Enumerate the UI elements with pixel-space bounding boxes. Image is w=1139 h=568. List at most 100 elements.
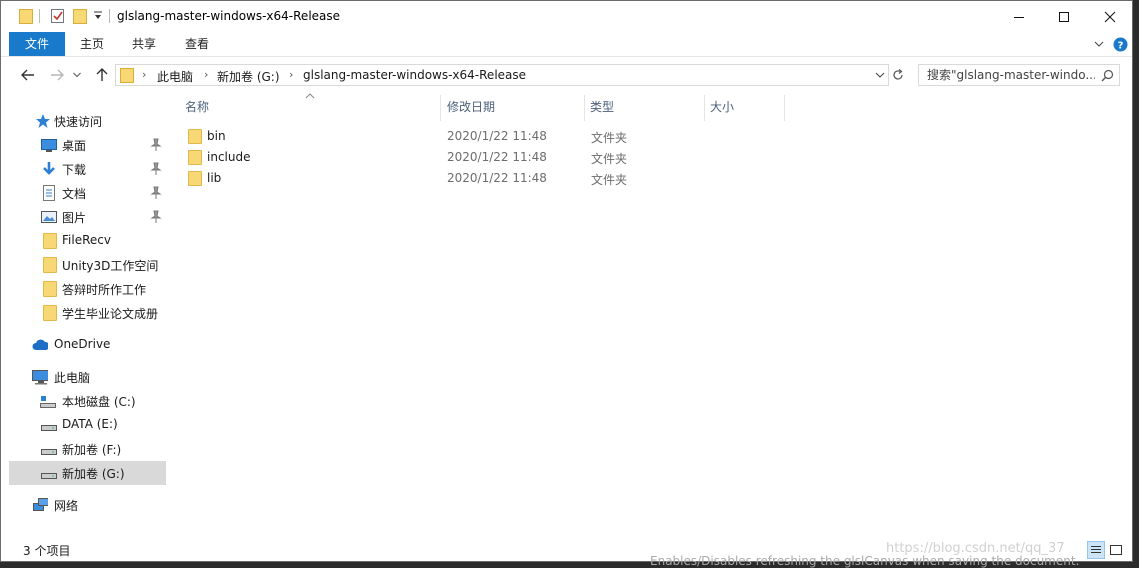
pin-icon[interactable] bbox=[150, 162, 162, 176]
folder-icon bbox=[19, 9, 33, 24]
column-divider[interactable] bbox=[440, 95, 441, 121]
file-row[interactable]: include 2020/1/22 11:48 文件夹 bbox=[182, 147, 1126, 168]
refresh-icon[interactable] bbox=[892, 69, 904, 81]
maximize-icon bbox=[1059, 11, 1069, 22]
search-input[interactable] bbox=[927, 67, 1095, 83]
expand-ribbon-icon[interactable] bbox=[1094, 41, 1104, 49]
nav-label: 网络 bbox=[54, 499, 79, 513]
folder-icon bbox=[43, 257, 57, 273]
file-name: bin bbox=[207, 129, 226, 143]
pin-icon[interactable] bbox=[150, 186, 162, 200]
breadcrumb-separator-icon[interactable]: › bbox=[204, 68, 208, 81]
file-date: 2020/1/22 11:48 bbox=[447, 129, 547, 143]
arrow-right-icon bbox=[51, 69, 64, 81]
system-drive-icon bbox=[40, 396, 56, 408]
tab-file[interactable]: 文件 bbox=[9, 32, 65, 56]
watermark: https://blog.csdn.net/qq_37 bbox=[886, 541, 1065, 556]
tab-view[interactable]: 查看 bbox=[174, 32, 220, 56]
nav-folder-thesis[interactable]: 学生毕业论文成册 bbox=[9, 301, 166, 325]
back-button[interactable] bbox=[18, 65, 38, 85]
column-divider[interactable] bbox=[704, 95, 705, 121]
properties-icon[interactable] bbox=[50, 8, 66, 24]
drive-icon bbox=[41, 473, 57, 479]
nav-drive-c[interactable]: 本地磁盘 (C:) bbox=[9, 389, 166, 413]
breadcrumb-separator-icon[interactable]: › bbox=[142, 68, 146, 81]
arrow-up-icon bbox=[96, 68, 108, 81]
search-box[interactable] bbox=[918, 64, 1120, 86]
address-history-icon[interactable] bbox=[875, 72, 885, 79]
up-button[interactable] bbox=[92, 65, 112, 85]
nav-label: 文档 bbox=[62, 187, 87, 201]
nav-label: 学生毕业论文成册 bbox=[62, 307, 159, 321]
help-icon[interactable]: ? bbox=[1113, 37, 1128, 52]
column-header-size[interactable]: 大小 bbox=[710, 93, 782, 121]
nav-folder-unity3d[interactable]: Unity3D工作空间 bbox=[9, 253, 166, 277]
nav-label: 快速访问 bbox=[54, 115, 103, 129]
customize-toolbar-icon[interactable] bbox=[93, 11, 103, 21]
search-icon[interactable] bbox=[1101, 69, 1114, 82]
pictures-icon bbox=[41, 211, 57, 223]
nav-network[interactable]: 网络 bbox=[9, 493, 166, 517]
desktop-icon bbox=[41, 139, 57, 152]
nav-folder-filerecv[interactable]: FileRecv bbox=[9, 229, 166, 253]
nav-drive-f[interactable]: 新加卷 (F:) bbox=[9, 437, 166, 461]
download-icon bbox=[43, 162, 55, 175]
file-date: 2020/1/22 11:48 bbox=[447, 150, 547, 164]
nav-downloads[interactable]: 下载 bbox=[9, 157, 166, 181]
tab-home[interactable]: 主页 bbox=[69, 32, 115, 56]
nav-folder-defense-work[interactable]: 答辩时所作工作 bbox=[9, 277, 166, 301]
file-name: lib bbox=[207, 171, 222, 185]
close-icon bbox=[1104, 11, 1116, 22]
large-icons-view-button[interactable] bbox=[1107, 541, 1125, 559]
tab-share[interactable]: 共享 bbox=[121, 32, 167, 56]
document-icon bbox=[43, 185, 55, 201]
column-divider[interactable] bbox=[784, 95, 785, 121]
breadcrumb-current-folder[interactable]: glslang-master-windows-x64-Release bbox=[303, 68, 526, 82]
nav-label: Unity3D工作空间 bbox=[62, 259, 159, 273]
pin-icon[interactable] bbox=[150, 210, 162, 224]
nav-quick-access[interactable]: 快速访问 bbox=[9, 109, 166, 133]
nav-drive-e[interactable]: DATA (E:) bbox=[9, 413, 166, 437]
file-row[interactable]: lib 2020/1/22 11:48 文件夹 bbox=[182, 168, 1126, 189]
navigation-pane: 快速访问 桌面 下载 文档 图片 FileRecv Unity3D工作空间 答辩… bbox=[1, 93, 166, 537]
file-type: 文件夹 bbox=[591, 131, 628, 145]
address-bar[interactable]: › 此电脑 › 新加卷 (G:) › glslang-master-window… bbox=[115, 64, 889, 86]
breadcrumb-this-pc[interactable]: 此电脑 bbox=[157, 68, 193, 85]
minimize-button[interactable] bbox=[996, 1, 1042, 32]
item-count: 3 个项目 bbox=[23, 544, 71, 558]
breadcrumb-separator-icon[interactable]: › bbox=[289, 68, 293, 81]
drive-icon bbox=[41, 425, 57, 431]
large-icons-view-icon bbox=[1110, 545, 1122, 555]
nav-label: 答辩时所作工作 bbox=[62, 283, 147, 297]
nav-this-pc[interactable]: 此电脑 bbox=[9, 365, 166, 389]
folder-icon bbox=[120, 68, 134, 83]
nav-label: FileRecv bbox=[62, 233, 111, 247]
nav-onedrive[interactable]: OneDrive bbox=[9, 333, 166, 357]
nav-desktop[interactable]: 桌面 bbox=[9, 133, 166, 157]
file-list: 名称 修改日期 类型 大小 bin 2020/1/22 11:48 文件夹 in… bbox=[166, 93, 1132, 537]
column-header-date[interactable]: 修改日期 bbox=[447, 93, 583, 121]
window-title: glslang-master-windows-x64-Release bbox=[117, 9, 341, 23]
pin-icon[interactable] bbox=[150, 138, 162, 152]
recent-locations-button[interactable] bbox=[71, 65, 83, 85]
nav-documents[interactable]: 文档 bbox=[9, 181, 166, 205]
column-divider[interactable] bbox=[584, 95, 585, 121]
details-view-icon bbox=[1091, 546, 1101, 553]
column-header-type[interactable]: 类型 bbox=[590, 93, 702, 121]
file-row[interactable]: bin 2020/1/22 11:48 文件夹 bbox=[182, 126, 1126, 147]
nav-label: 本地磁盘 (C:) bbox=[62, 395, 136, 409]
nav-drive-g[interactable]: 新加卷 (G:) bbox=[9, 461, 166, 485]
nav-label: 桌面 bbox=[62, 139, 87, 153]
title-bar: glslang-master-windows-x64-Release bbox=[1, 1, 1132, 32]
nav-pictures[interactable]: 图片 bbox=[9, 205, 166, 229]
column-header-name[interactable]: 名称 bbox=[185, 93, 437, 121]
close-button[interactable] bbox=[1087, 1, 1132, 32]
new-folder-icon[interactable] bbox=[73, 8, 87, 24]
breadcrumb-drive-g[interactable]: 新加卷 (G:) bbox=[217, 68, 280, 85]
folder-icon bbox=[43, 305, 57, 321]
details-view-button[interactable] bbox=[1087, 541, 1105, 559]
overlay-tooltip-text: Enables/Disables refreshing the glslCanv… bbox=[650, 554, 1080, 568]
nav-label: DATA (E:) bbox=[62, 417, 118, 431]
forward-button[interactable] bbox=[47, 65, 67, 85]
maximize-button[interactable] bbox=[1041, 1, 1087, 32]
